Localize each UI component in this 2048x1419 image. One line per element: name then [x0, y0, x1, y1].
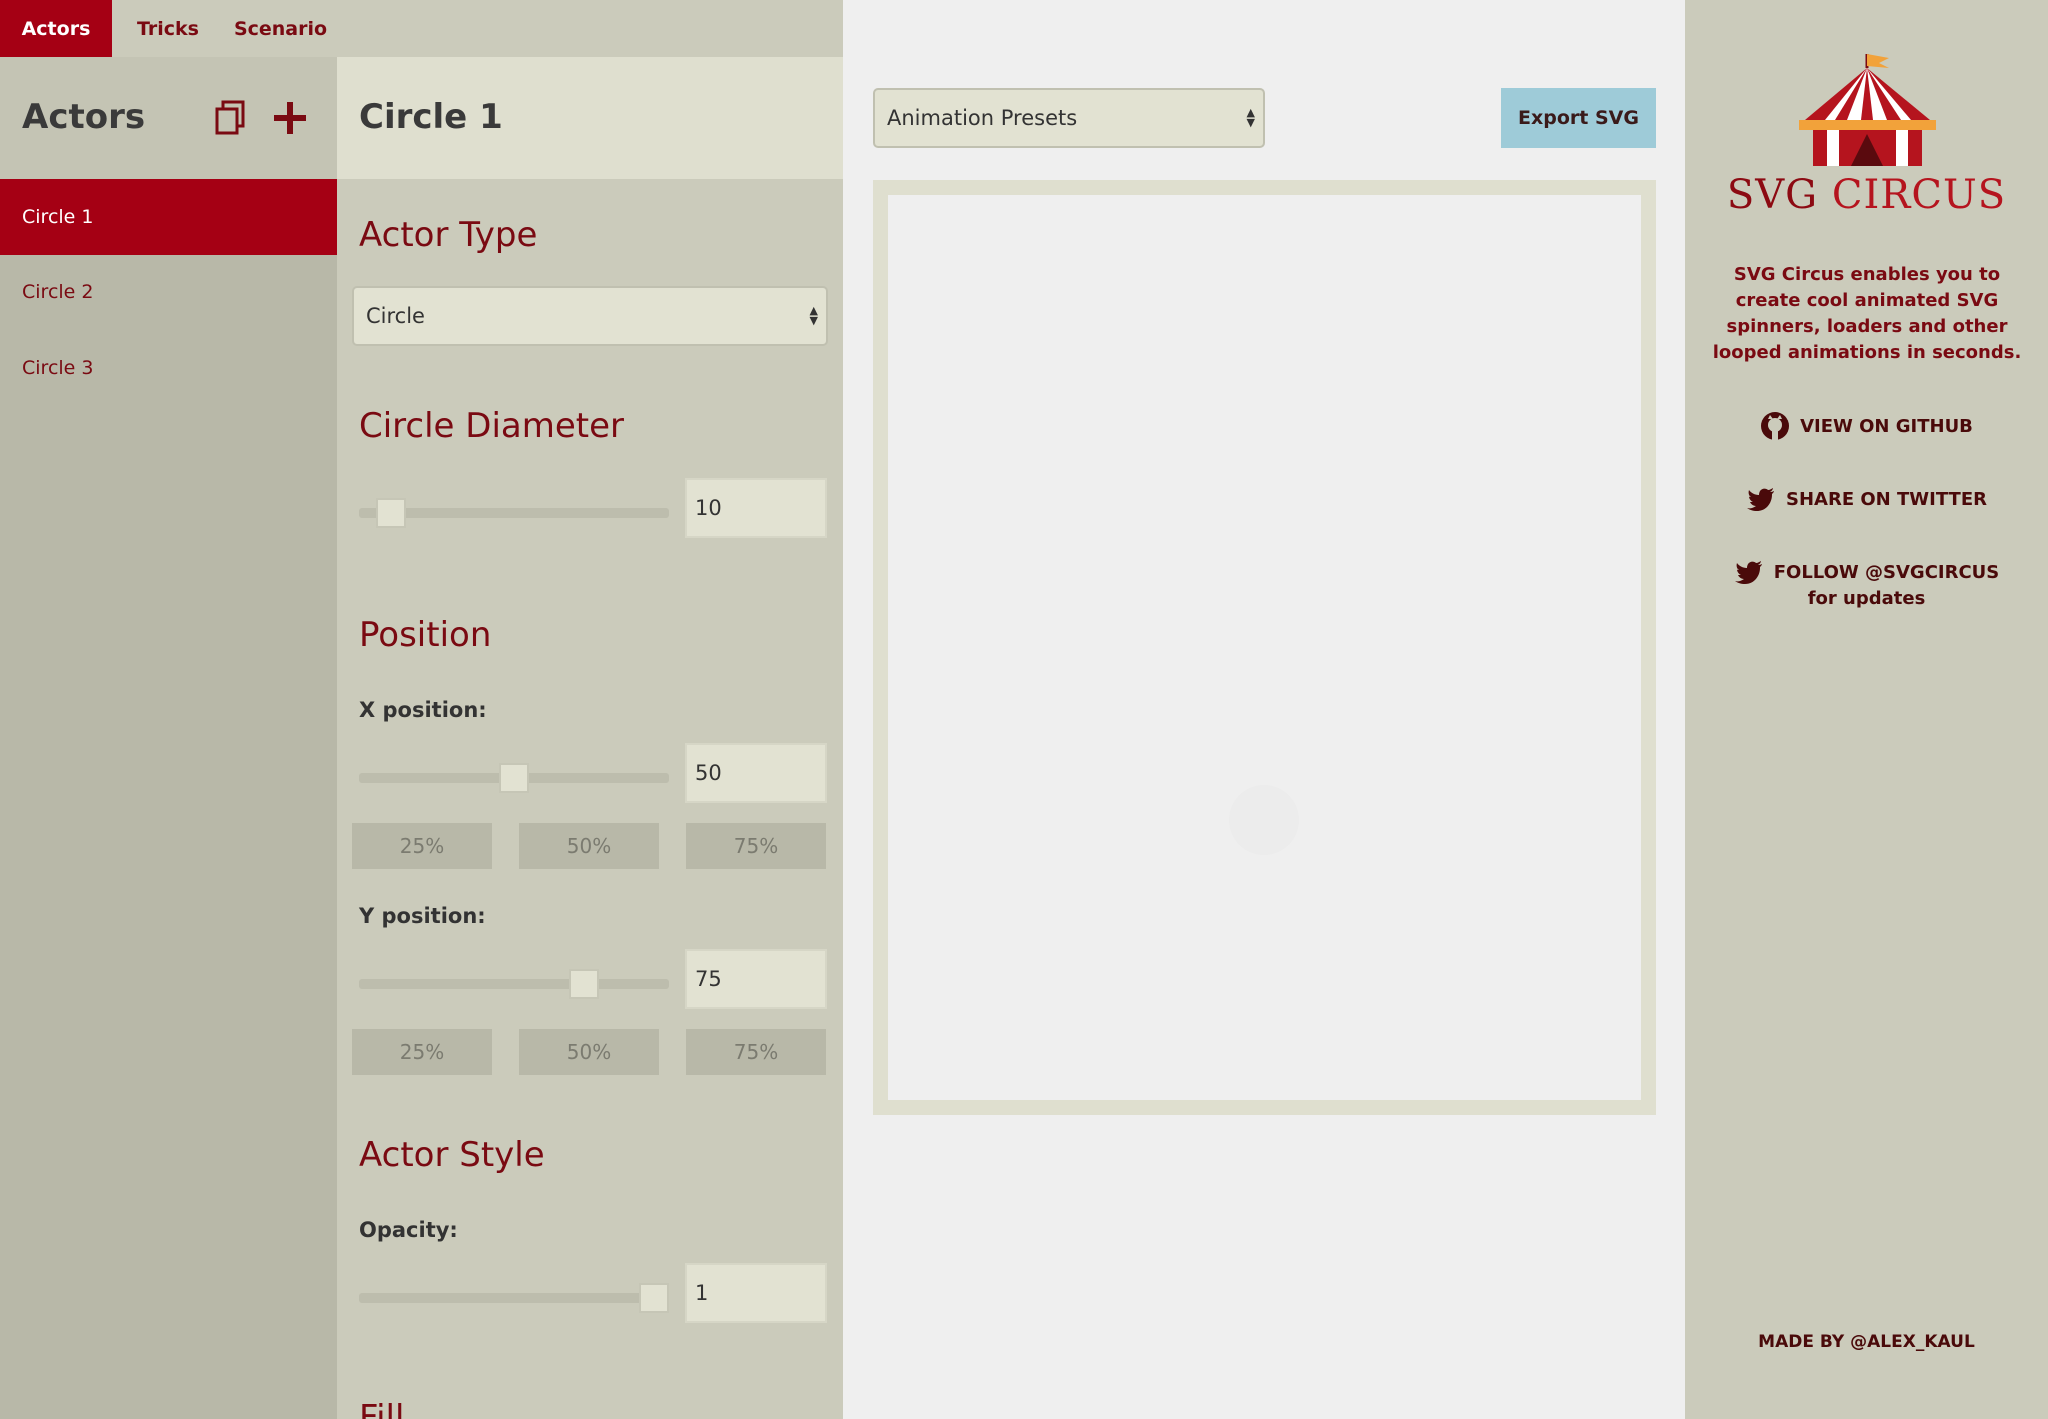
share-twitter-label: SHARE ON TWITTER: [1786, 488, 1987, 510]
x-position-slider[interactable]: [359, 763, 669, 793]
info-panel: SVG CIRCUS SVG Circus enables you to cre…: [1685, 0, 2048, 1419]
actor-circle-preview: [1229, 785, 1299, 855]
y-preset-75-button[interactable]: 75%: [686, 1029, 826, 1075]
diameter-slider-thumb[interactable]: [376, 498, 406, 528]
actor-type-select[interactable]: Circle ▲ ▼: [352, 286, 828, 346]
tagline: SVG Circus enables you to create cool an…: [1712, 264, 2022, 363]
x-preset-75-button[interactable]: 75%: [686, 823, 826, 869]
y-preset-50-button[interactable]: 50%: [519, 1029, 659, 1075]
fill-heading: Fill: [359, 1398, 405, 1419]
tab-tricks[interactable]: Tricks: [112, 0, 224, 57]
x-position-presets: 25% 50% 75%: [352, 823, 827, 869]
share-twitter-link[interactable]: SHARE ON TWITTER: [1685, 484, 2048, 514]
y-position-slider[interactable]: [359, 969, 669, 999]
twitter-icon: [1734, 557, 1764, 587]
actor-item-circle-3[interactable]: Circle 3: [0, 330, 337, 406]
github-link-label: VIEW ON GITHUB: [1800, 415, 1973, 437]
follow-subtext: for updates: [1807, 588, 1926, 609]
stage-frame: [873, 180, 1656, 1115]
editor-topbar: [337, 0, 843, 57]
select-arrows-icon: ▲ ▼: [809, 304, 818, 327]
preview-stage: [888, 195, 1641, 1100]
actor-editor: Circle 1 Actor Type Circle ▲ ▼ Circle Dia…: [337, 0, 843, 1419]
canvas-area: Animation Presets ▲ ▼ Export SVG: [843, 0, 1685, 1419]
y-position-slider-thumb[interactable]: [569, 969, 599, 999]
actor-item-circle-2[interactable]: Circle 2: [0, 254, 337, 330]
y-position-label: Y position:: [359, 904, 486, 928]
plus-icon[interactable]: [272, 100, 308, 136]
actor-type-value: Circle: [366, 304, 425, 328]
opacity-slider-thumb[interactable]: [639, 1283, 669, 1313]
actor-title: Circle 1: [359, 97, 503, 137]
y-preset-25-button[interactable]: 25%: [352, 1029, 492, 1075]
logo-word-circus: CIRCUS: [1831, 172, 2007, 218]
circus-tent-logo-icon: [1785, 50, 1950, 170]
github-link[interactable]: VIEW ON GITHUB: [1685, 411, 2048, 441]
actors-sidebar: Actors Tricks Scenario Actors Circle 1 C…: [0, 0, 337, 1419]
twitter-icon: [1746, 484, 1776, 514]
animation-presets-value: Animation Presets: [887, 106, 1078, 130]
github-icon: [1760, 411, 1790, 441]
actor-type-heading: Actor Type: [359, 215, 538, 255]
follow-twitter-link[interactable]: FOLLOW @SVGCIRCUS: [1685, 557, 2048, 587]
made-by-credit[interactable]: MADE BY @ALEX_KAUL: [1685, 1332, 2048, 1352]
actors-title: Actors: [22, 97, 146, 137]
x-position-slider-thumb[interactable]: [499, 763, 529, 793]
tab-scenario[interactable]: Scenario: [224, 0, 337, 57]
actor-item-circle-1[interactable]: Circle 1: [0, 179, 337, 255]
follow-twitter-label: FOLLOW @SVGCIRCUS: [1773, 561, 2000, 583]
duplicate-icon[interactable]: [214, 100, 246, 136]
opacity-input[interactable]: 1: [685, 1263, 827, 1323]
diameter-slider[interactable]: [359, 498, 669, 528]
x-position-input[interactable]: 50: [685, 743, 827, 803]
diameter-input[interactable]: 10: [685, 478, 827, 538]
animation-presets-select[interactable]: Animation Presets ▲ ▼: [873, 88, 1265, 148]
diameter-heading: Circle Diameter: [359, 406, 625, 446]
x-preset-50-button[interactable]: 50%: [519, 823, 659, 869]
x-position-label: X position:: [359, 698, 487, 722]
opacity-slider[interactable]: [359, 1283, 669, 1313]
editor-header: Circle 1: [337, 57, 843, 179]
select-arrows-icon: ▲ ▼: [1246, 106, 1255, 129]
y-position-input[interactable]: 75: [685, 949, 827, 1009]
main-tabs: Actors Tricks Scenario: [0, 0, 337, 57]
opacity-label: Opacity:: [359, 1218, 458, 1242]
logo-wordmark: SVG CIRCUS: [1685, 172, 2048, 218]
position-heading: Position: [359, 615, 492, 655]
logo-word-svg: SVG: [1726, 172, 1819, 218]
y-position-presets: 25% 50% 75%: [352, 1029, 827, 1075]
x-preset-25-button[interactable]: 25%: [352, 823, 492, 869]
tab-actors[interactable]: Actors: [0, 0, 112, 57]
actor-style-heading: Actor Style: [359, 1135, 545, 1175]
export-svg-button[interactable]: Export SVG: [1501, 88, 1656, 148]
